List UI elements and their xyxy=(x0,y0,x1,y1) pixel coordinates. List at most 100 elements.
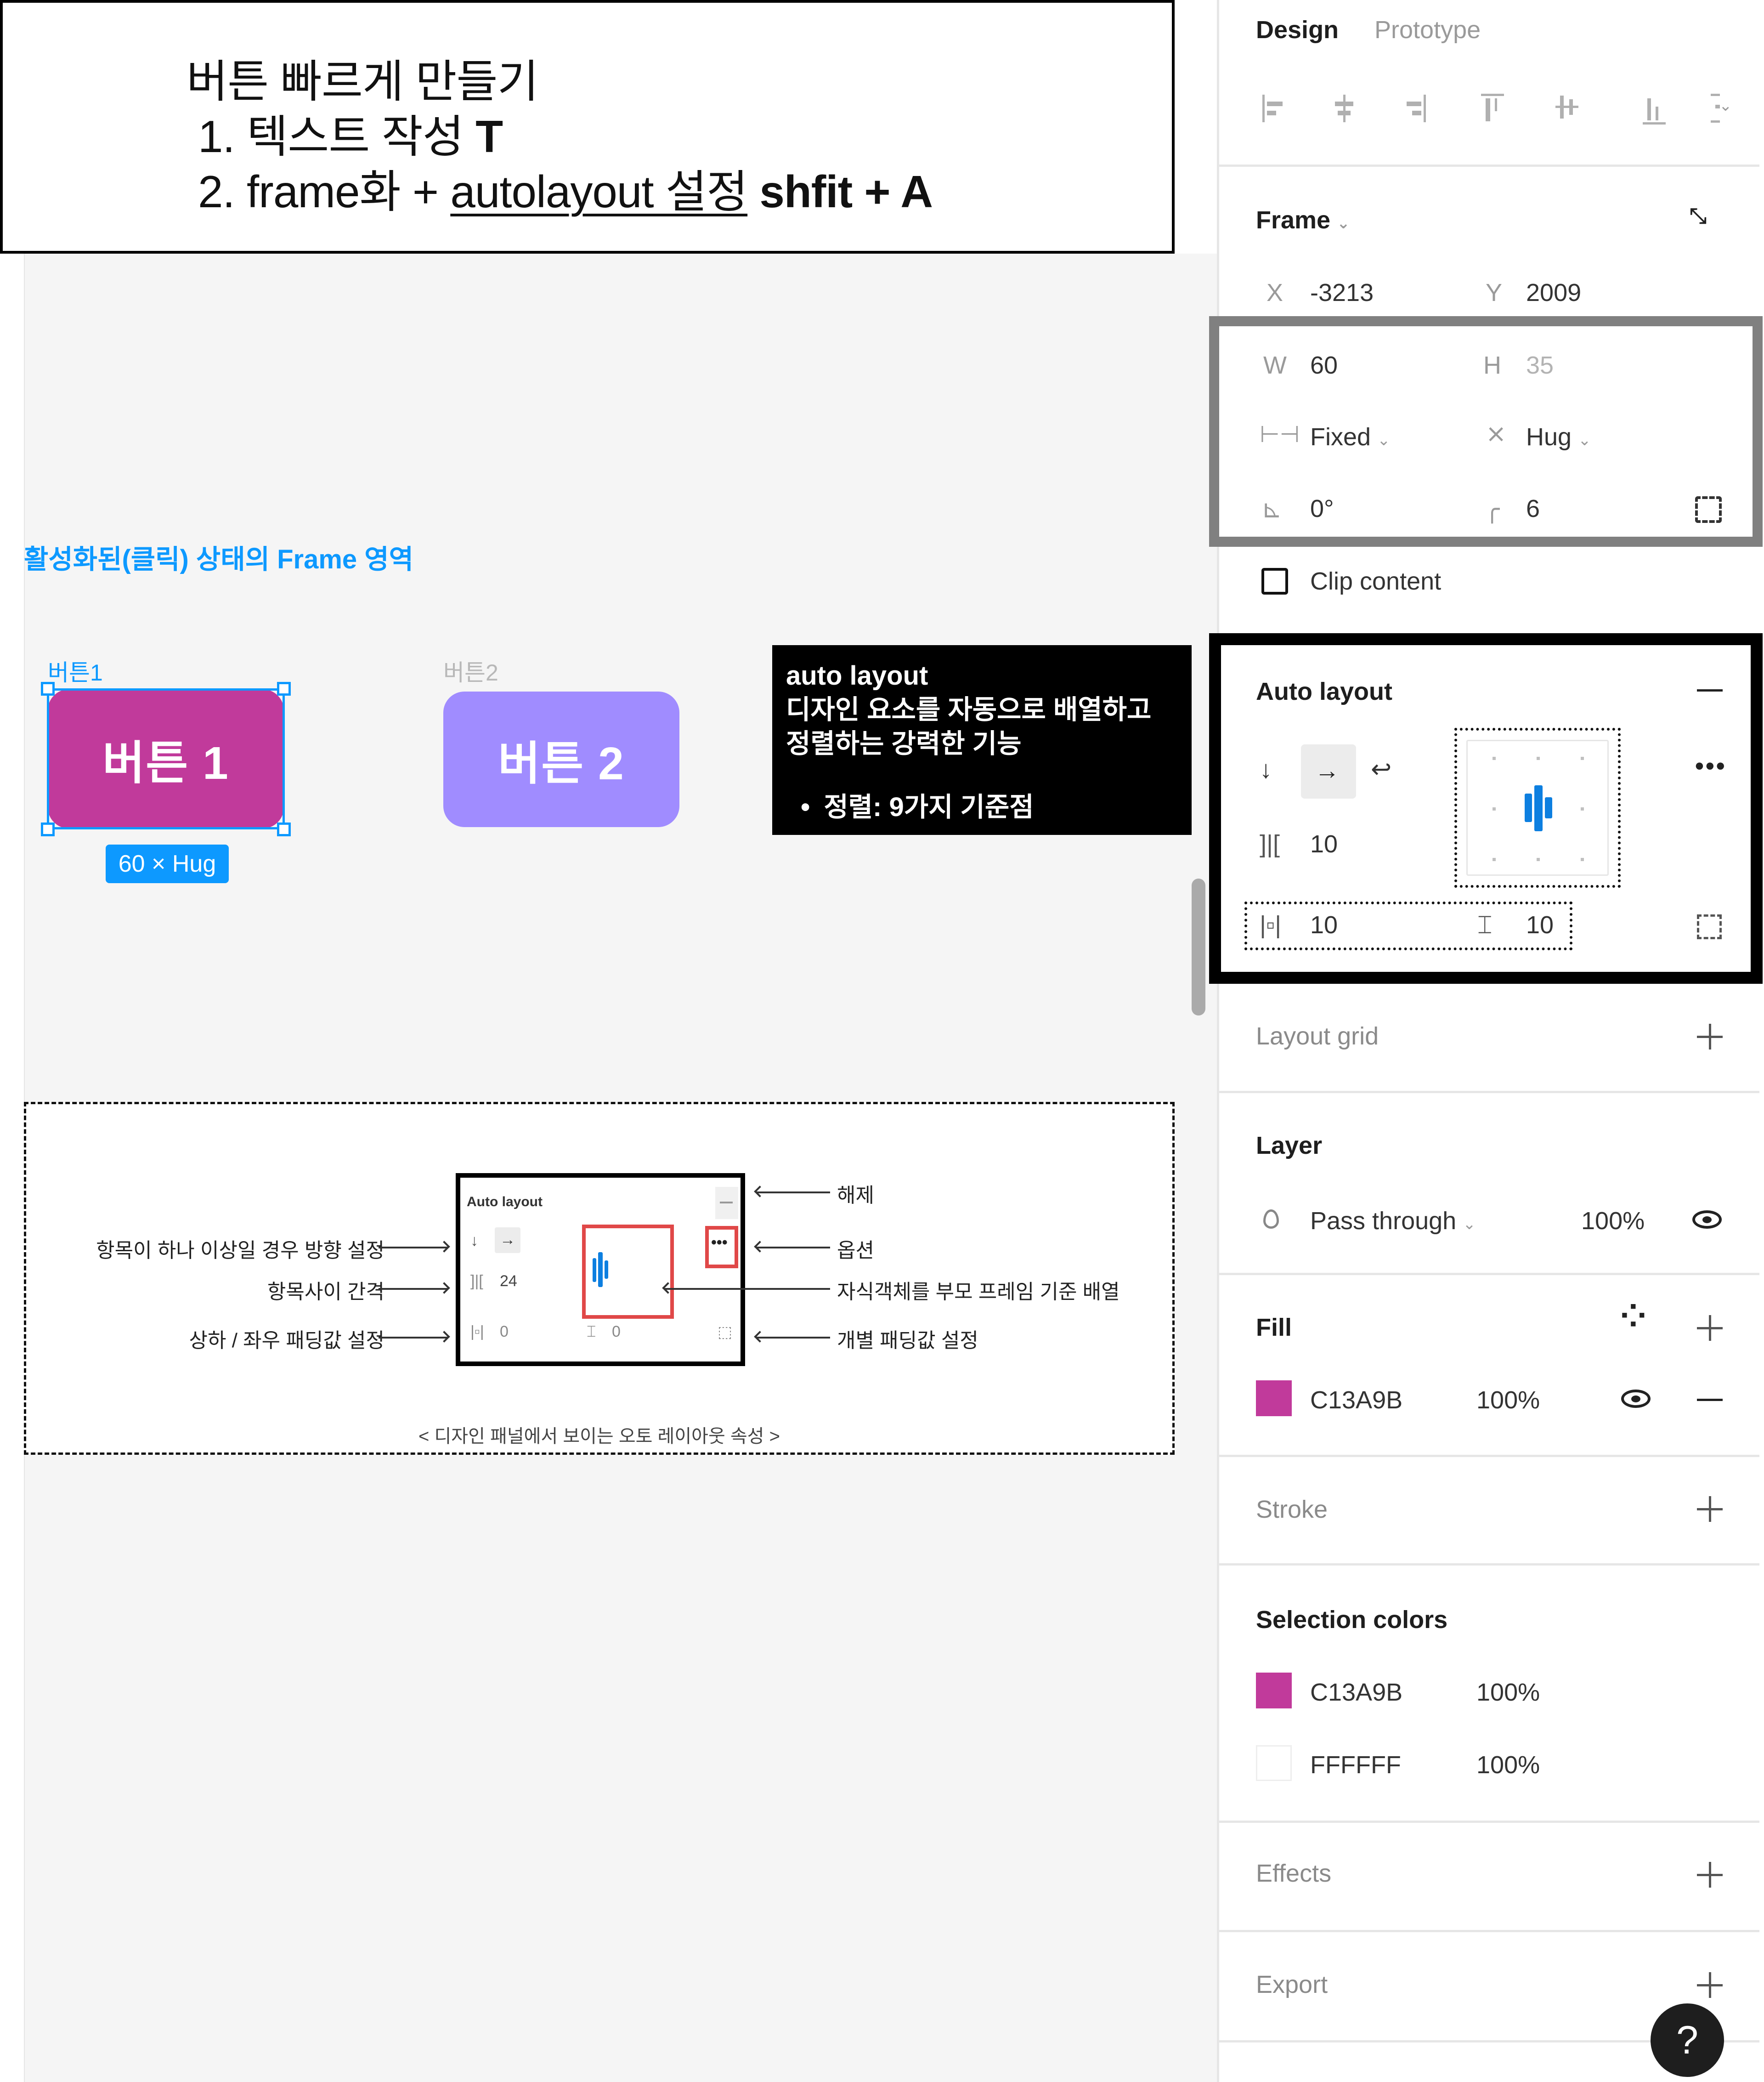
divider xyxy=(1219,1273,1759,1275)
selection-color-opacity[interactable]: 100% xyxy=(1476,1678,1540,1707)
add-stroke-icon[interactable] xyxy=(1697,1496,1723,1522)
remove-fill-icon[interactable] xyxy=(1697,1399,1723,1401)
arrow-left-icon xyxy=(757,1191,830,1193)
chevron-down-icon[interactable]: ⌄ xyxy=(1719,96,1732,115)
clip-content-checkbox[interactable] xyxy=(1261,568,1288,595)
auto-layout-highlight xyxy=(1209,633,1763,984)
add-effect-icon[interactable] xyxy=(1697,1862,1723,1888)
arrow-right-icon xyxy=(379,1337,447,1339)
align-bar-icon xyxy=(605,1260,608,1279)
fill-swatch[interactable] xyxy=(1256,1380,1292,1416)
export-title: Export xyxy=(1256,1971,1328,1998)
diagram-label-gap: 항목사이 간격 xyxy=(267,1281,384,1303)
divider xyxy=(1219,1563,1759,1566)
step1-text: 1. 텍스트 작성 xyxy=(198,111,476,162)
diagram-label-options: 옵션 xyxy=(837,1239,874,1262)
info-line-2: 정렬하는 강력한 기능 xyxy=(786,729,1022,759)
stroke-title: Stroke xyxy=(1256,1496,1328,1523)
frame-section-title[interactable]: Frame ⌄ xyxy=(1256,206,1350,234)
diagram-label-individual-padding: 개별 패딩값 설정 xyxy=(837,1329,978,1352)
chevron-down-icon: ⌄ xyxy=(1463,1215,1476,1233)
mini-title: Auto layout xyxy=(467,1194,543,1209)
layer-title: Layer xyxy=(1256,1132,1323,1159)
fill-title: Fill xyxy=(1256,1314,1292,1341)
diagram-caption: < 디자인 패널에서 보이는 오토 레이아웃 속성 > xyxy=(418,1426,780,1447)
layer-opacity-input[interactable]: 100% xyxy=(1581,1207,1645,1235)
help-button[interactable]: ? xyxy=(1651,2003,1724,2077)
align-right-icon xyxy=(1407,95,1426,122)
clip-content-label: Clip content xyxy=(1310,567,1442,595)
x-label: X xyxy=(1266,279,1283,306)
alignment-toolbar xyxy=(1262,94,1720,125)
size-badge: 60 × Hug xyxy=(106,845,229,883)
selection-color-hex[interactable]: FFFFFF xyxy=(1310,1751,1401,1779)
canvas-scrollbar[interactable] xyxy=(1192,879,1205,1015)
mini-auto-layout-panel: Auto layout ↓ → ]|[ 24 |▫| 0 ⌶ 0 ⬚ ••• xyxy=(456,1173,745,1366)
more-icon: ••• xyxy=(711,1234,728,1251)
eye-icon[interactable] xyxy=(1692,1210,1722,1229)
align-top-icon xyxy=(1481,94,1504,121)
resize-handle-bottom-right[interactable] xyxy=(277,823,291,836)
auto-layout-info-box: auto layout 디자인 요소를 자동으로 배열하고 정렬하는 강력한 기… xyxy=(772,645,1192,835)
auto-layout-diagram: 항목이 하나 이상일 경우 방향 설정 항목사이 간격 상하 / 좌우 패딩값 … xyxy=(24,1102,1175,1455)
x-input[interactable]: -3213 xyxy=(1310,278,1374,307)
add-layout-grid-icon[interactable] xyxy=(1697,1024,1723,1050)
selection-color-opacity[interactable]: 100% xyxy=(1476,1751,1540,1779)
align-left-icon xyxy=(1262,95,1283,122)
blend-mode-value: Pass through xyxy=(1310,1207,1457,1235)
h-padding-icon: |▫| xyxy=(470,1323,484,1340)
eye-icon[interactable] xyxy=(1621,1390,1651,1408)
note-step-2: 2. frame화 + autolayout 설정 shfit + A xyxy=(198,155,933,221)
divider xyxy=(1219,165,1759,167)
layer-name-button1[interactable]: 버튼1 xyxy=(48,654,103,687)
button-2-label: 버튼 2 xyxy=(498,738,625,789)
layer-name-button2[interactable]: 버튼2 xyxy=(443,654,498,687)
tab-prototype[interactable]: Prototype xyxy=(1374,16,1481,44)
resize-handle-top-left[interactable] xyxy=(41,682,55,696)
diagram-label-direction: 항목이 하나 이상일 경우 방향 설정 xyxy=(96,1239,384,1262)
divider xyxy=(1219,1455,1759,1457)
arrow-left-icon xyxy=(665,1288,830,1290)
add-export-icon[interactable] xyxy=(1697,1972,1723,1998)
diagram-label-alignment: 자식객체를 부모 프레임 기준 배열 xyxy=(837,1281,1120,1303)
resize-handle-bottom-left[interactable] xyxy=(41,823,55,836)
resize-to-fit-icon[interactable]: ⤡ xyxy=(1690,203,1707,229)
button-1[interactable]: 버튼 1 xyxy=(48,689,284,828)
arrow-right-icon: → xyxy=(500,1231,515,1248)
fill-opacity-input[interactable]: 100% xyxy=(1476,1386,1540,1414)
layout-grid-title: Layout grid xyxy=(1256,1022,1379,1050)
mini-h-padding: 0 xyxy=(500,1323,509,1340)
mini-gap-value: 24 xyxy=(500,1272,517,1290)
info-bullet-text: 정렬: 9가지 기준점 xyxy=(824,792,1034,822)
blend-mode-select[interactable]: Pass through ⌄ xyxy=(1310,1207,1476,1235)
selection-color-hex[interactable]: C13A9B xyxy=(1310,1678,1402,1707)
step2-shortcut: shfit + A xyxy=(747,166,933,217)
y-input[interactable]: 2009 xyxy=(1526,278,1581,307)
step2-text: 2. frame화 + xyxy=(198,166,451,217)
info-title: auto layout xyxy=(786,661,928,691)
blend-mode-icon xyxy=(1263,1209,1279,1229)
button-1-label: 버튼 1 xyxy=(102,737,229,789)
selection-color-swatch[interactable] xyxy=(1256,1745,1292,1781)
distribute-icon xyxy=(1711,94,1720,123)
chevron-down-icon: ⌄ xyxy=(1337,215,1350,232)
divider xyxy=(1219,1930,1759,1932)
resize-handle-top-right[interactable] xyxy=(277,682,291,696)
arrow-left-icon xyxy=(757,1337,830,1339)
y-label: Y xyxy=(1486,279,1503,306)
button-2[interactable]: 버튼 2 xyxy=(443,692,679,827)
info-line-1: 디자인 요소를 자동으로 배열하고 xyxy=(786,695,1152,725)
align-bar-icon xyxy=(593,1258,596,1282)
individual-padding-icon: ⬚ xyxy=(718,1323,733,1341)
align-horizontal-center-icon xyxy=(1335,95,1353,122)
mini-v-padding: 0 xyxy=(612,1323,621,1340)
style-grid-icon[interactable]: ⁘ xyxy=(1620,1300,1647,1332)
align-vertical-center-icon xyxy=(1555,96,1578,119)
selection-color-swatch[interactable] xyxy=(1256,1673,1292,1708)
add-fill-icon[interactable] xyxy=(1697,1315,1723,1341)
minus-icon xyxy=(720,1202,733,1203)
tab-design[interactable]: Design xyxy=(1256,16,1339,44)
v-padding-icon: ⌶ xyxy=(587,1323,596,1340)
fill-hex-input[interactable]: C13A9B xyxy=(1310,1386,1402,1414)
bullet-icon: • xyxy=(801,792,810,822)
